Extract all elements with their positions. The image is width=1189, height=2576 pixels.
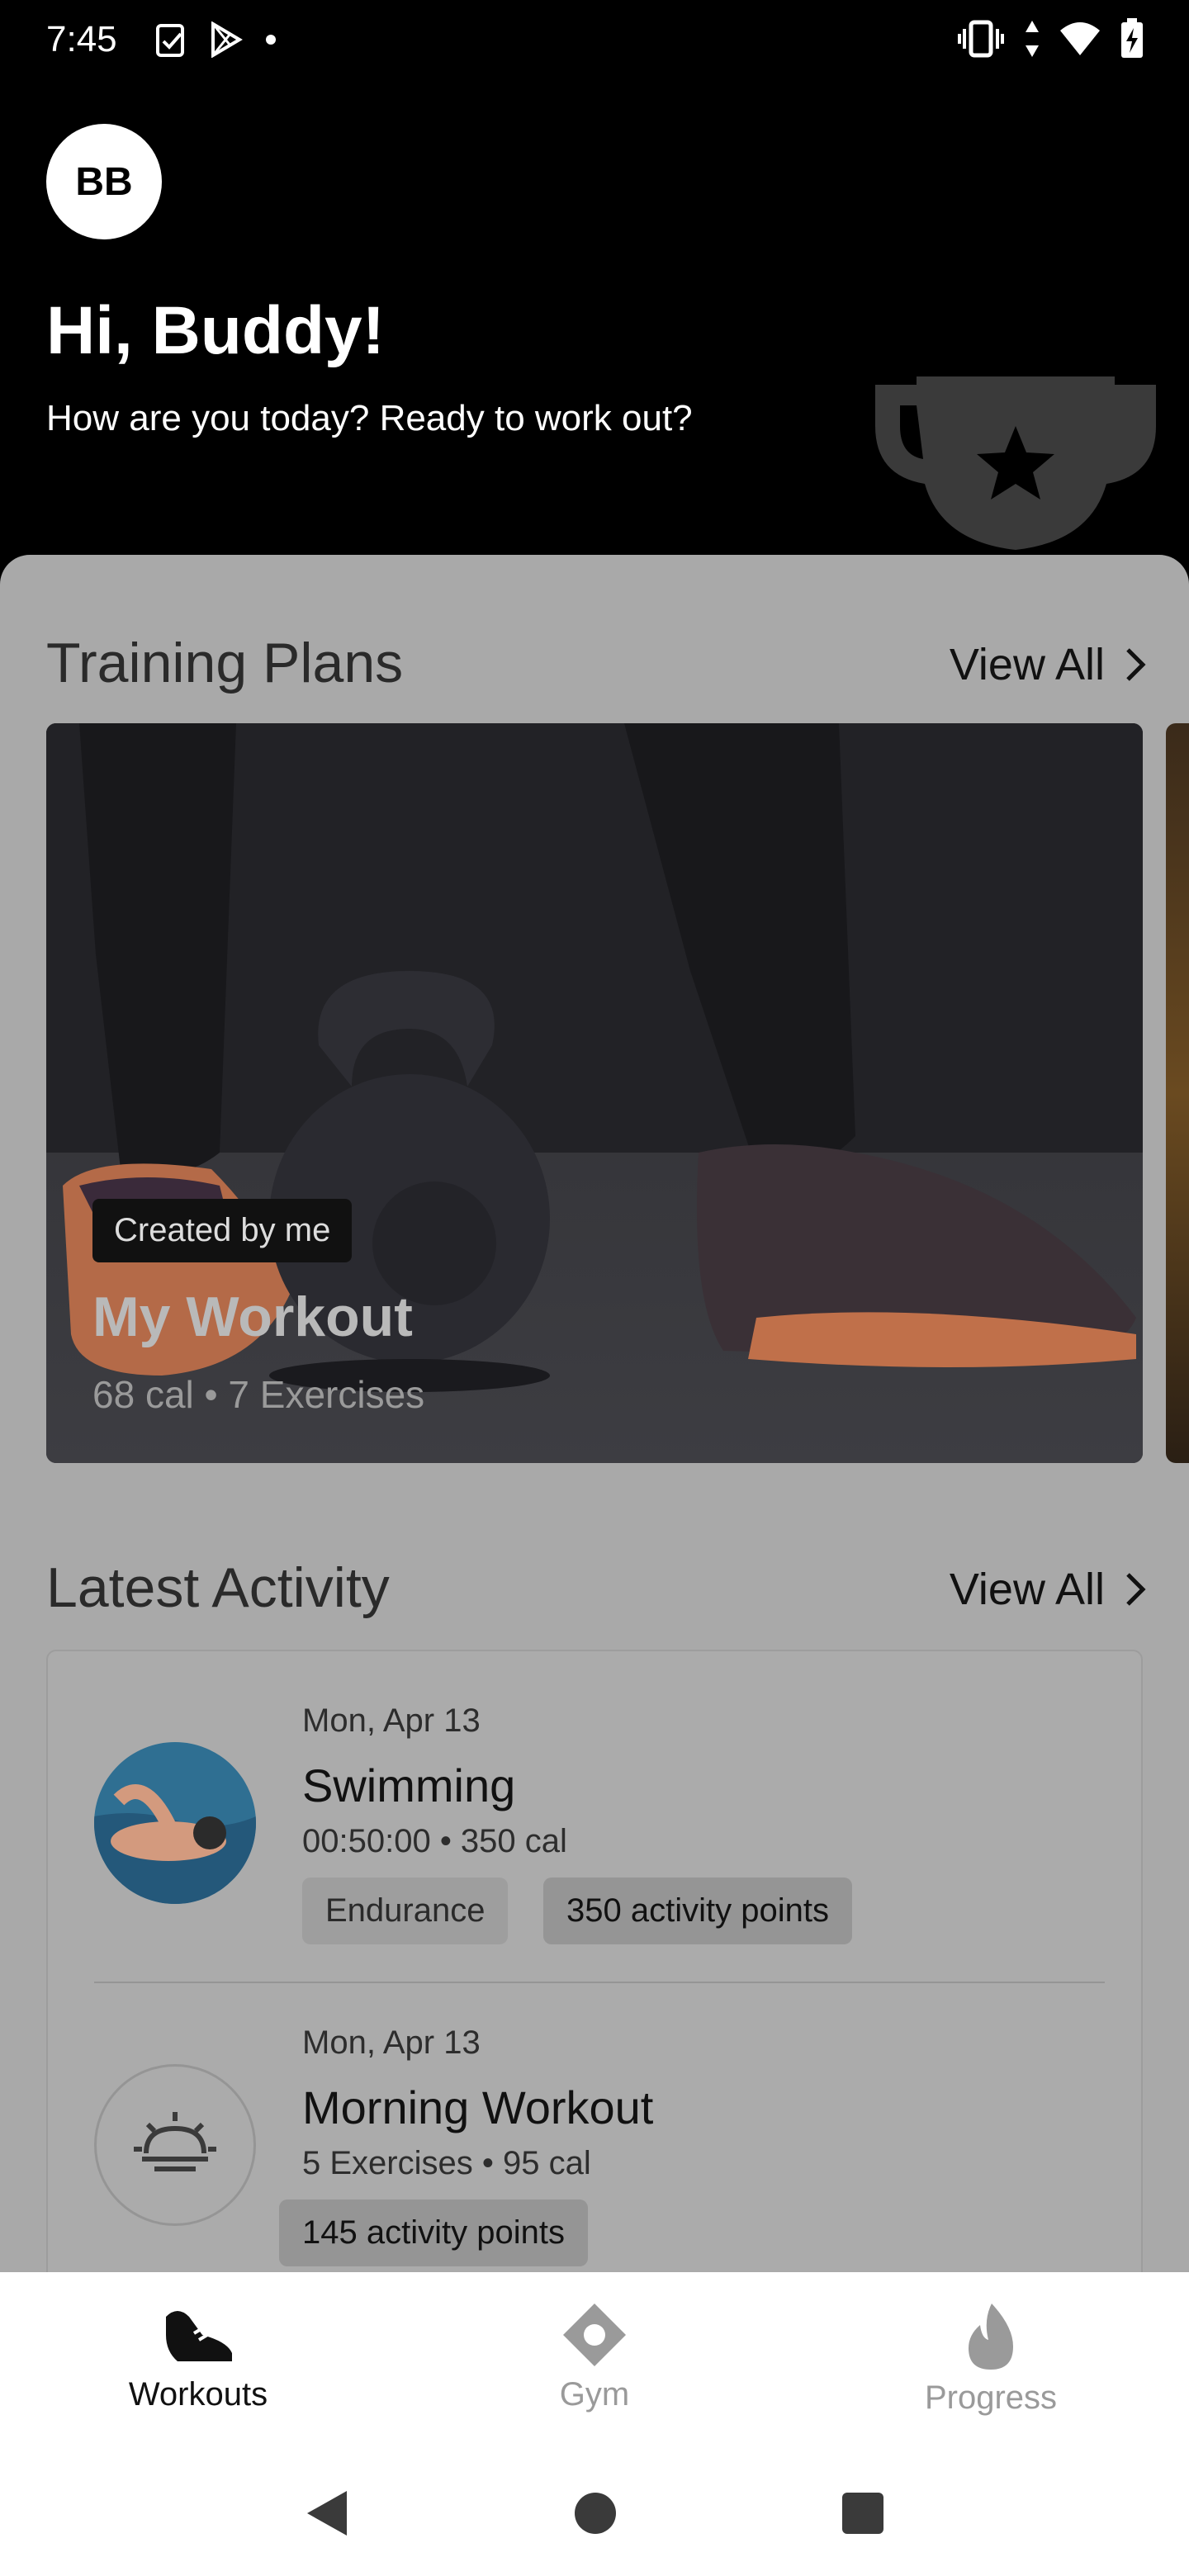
nav-label-progress: Progress <box>924 2379 1058 2416</box>
activity-points-tag: 145 activity points <box>279 2200 588 2266</box>
created-by-badge: Created by me <box>92 1199 353 1262</box>
greeting-subtitle: How are you today? Ready to work out? <box>46 398 693 438</box>
flame-icon <box>969 2304 1013 2370</box>
latest-activity-card: Mon, Apr 13 Swimming 00:50:00 • 350 cal … <box>46 1650 1143 2272</box>
latest-activity-title: Latest Activity <box>46 1556 390 1619</box>
morning-workout-thumbnail <box>94 2064 256 2226</box>
activity-points-tag: 350 activity points <box>543 1878 852 1944</box>
back-icon[interactable] <box>304 2489 350 2537</box>
activity-name: Morning Workout <box>302 2081 654 2133</box>
nav-label-gym: Gym <box>559 2376 630 2413</box>
status-right-icons <box>956 18 1144 59</box>
system-navigation-bar <box>0 2451 1189 2576</box>
kettlebell-photo <box>46 723 1143 1463</box>
avatar[interactable]: BB <box>46 124 162 239</box>
home-icon[interactable] <box>573 2491 618 2536</box>
nav-tab-gym[interactable]: Gym <box>396 2272 793 2451</box>
nav-tab-workouts[interactable]: Workouts <box>0 2272 396 2451</box>
status-left-icons <box>155 21 277 58</box>
nav-tab-progress[interactable]: Progress <box>793 2272 1189 2451</box>
view-all-label: View All <box>949 640 1105 689</box>
data-arrows-icon <box>1026 21 1039 57</box>
training-plans-title: Training Plans <box>46 632 404 694</box>
activity-meta: 5 Exercises • 95 cal <box>302 2145 591 2181</box>
wifi-icon <box>1060 22 1100 55</box>
shoe-icon <box>166 2311 232 2361</box>
vibrate-icon <box>958 20 1004 58</box>
training-plan-card[interactable]: Created by me My Workout 68 cal • 7 Exer… <box>46 723 1143 1463</box>
trophy-icon <box>875 376 1156 550</box>
swimming-thumbnail <box>94 1742 256 1904</box>
status-time: 7:45 <box>46 19 117 59</box>
dot-icon <box>265 35 276 45</box>
greeting-title: Hi, Buddy! <box>46 293 385 368</box>
bottom-navigation: Workouts Gym Progress <box>0 2272 1189 2451</box>
status-bar: 7:45 <box>0 0 1189 79</box>
location-diamond-icon <box>563 2304 626 2366</box>
plan-title: My Workout <box>92 1286 413 1348</box>
activity-tag: Endurance <box>302 1878 509 1944</box>
nav-label-workouts: Workouts <box>128 2376 268 2413</box>
plan-meta: 68 cal • 7 Exercises <box>92 1373 425 1416</box>
recents-icon[interactable] <box>841 2491 885 2536</box>
activity-name: Swimming <box>302 1759 516 1811</box>
content-sheet: Training Plans View All Created by me My… <box>0 555 1189 2272</box>
play-store-icon <box>211 21 243 58</box>
divider <box>94 1982 1105 1983</box>
battery-charging-icon <box>1121 18 1143 58</box>
sunrise-icon <box>134 2112 216 2171</box>
header: BB Hi, Buddy! How are you today? Ready t… <box>0 79 1189 575</box>
next-plan-card[interactable] <box>1166 723 1189 1463</box>
latest-activity-view-all-button[interactable]: View All <box>950 1564 1146 1615</box>
view-all-label: View All <box>949 1565 1105 1614</box>
clipboard-check-icon <box>155 24 184 57</box>
activity-date: Mon, Apr 13 <box>302 2024 481 2061</box>
chevron-right-icon <box>1126 648 1146 681</box>
activity-date: Mon, Apr 13 <box>302 1702 481 1739</box>
training-plans-view-all-button[interactable]: View All <box>950 639 1146 690</box>
chevron-right-icon <box>1126 1573 1146 1606</box>
activity-meta: 00:50:00 • 350 cal <box>302 1823 567 1859</box>
